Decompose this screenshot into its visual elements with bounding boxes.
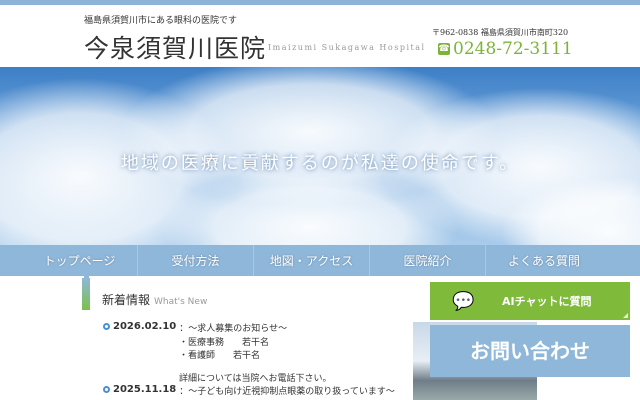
- news-item[interactable]: 2026.02.10 ：～求人募集のお知らせ～: [103, 321, 287, 334]
- news-line: 詳細については当院へお電話下さい。: [179, 374, 332, 384]
- news-line: ・看護師 若干名: [179, 351, 261, 361]
- nav-top-page[interactable]: トップページ: [22, 245, 138, 276]
- logo-english: Imaizumi Sukagawa Hospital: [268, 43, 426, 52]
- hero-message: 地域の医療に貢献するのが私達の使命です。: [120, 153, 520, 174]
- header: 福島県須賀川市にある眼科の医院です 今泉須賀川医院 Imaizumi Sukag…: [0, 5, 640, 67]
- news-subtitle: What's New: [154, 297, 208, 307]
- address: 〒962-0838 福島県須賀川市南町320: [432, 28, 569, 37]
- phone-text: 0248-72-3111: [453, 39, 573, 59]
- logo[interactable]: 今泉須賀川医院: [84, 29, 266, 65]
- ai-chat-label: AIチャットに質問: [502, 295, 592, 308]
- contact-button[interactable]: お問い合わせ: [430, 325, 630, 377]
- chat-bubble-icon: 💬: [452, 290, 475, 312]
- ai-chat-button[interactable]: 💬 AIチャットに質問: [430, 282, 630, 320]
- tagline: 福島県須賀川市にある眼科の医院です: [84, 16, 238, 26]
- section-accent: [82, 278, 90, 310]
- hero-banner: 地域の医療に貢献するのが私達の使命です。: [0, 67, 640, 245]
- news-date: 2026.02.10: [113, 321, 177, 332]
- news-text: ：～子ども向け近視抑制点眼薬の取り扱っています～: [179, 387, 395, 397]
- news-date: 2025.11.18: [113, 384, 177, 395]
- phone-icon: ☎: [438, 43, 450, 55]
- bullet-icon: [103, 323, 110, 330]
- news-text: ：～求人募集のお知らせ～: [179, 324, 288, 334]
- nav-faq[interactable]: よくある質問: [486, 245, 602, 276]
- news-line: ・医療事務 若干名: [179, 338, 270, 348]
- nav-access[interactable]: 地図・アクセス: [254, 245, 370, 276]
- news-heading: 新着情報 What's New: [102, 293, 208, 307]
- nav-about[interactable]: 医院紹介: [370, 245, 486, 276]
- phone-number[interactable]: ☎ 0248-72-3111: [438, 39, 573, 59]
- bullet-icon: [103, 386, 110, 393]
- main-nav: トップページ 受付方法 地図・アクセス 医院紹介 よくある質問: [0, 245, 640, 276]
- nav-reception[interactable]: 受付方法: [138, 245, 254, 276]
- news-item[interactable]: 2025.11.18 ：～子ども向け近視抑制点眼薬の取り扱っています～: [103, 384, 395, 397]
